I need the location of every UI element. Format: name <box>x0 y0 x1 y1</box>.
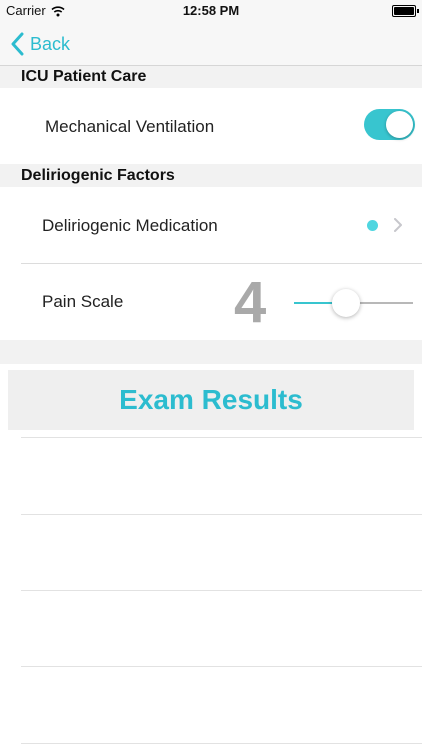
status-time: 12:58 PM <box>182 3 240 18</box>
row-mechanical-ventilation: Mechanical Ventilation <box>0 88 422 164</box>
empty-row-separator <box>21 437 422 438</box>
slider-thumb[interactable] <box>332 289 360 317</box>
chevron-right-icon <box>394 218 402 232</box>
status-bar: Carrier 12:58 PM <box>0 0 422 22</box>
row-deliriogenic-medication[interactable]: Deliriogenic Medication <box>0 187 422 263</box>
toggle-knob <box>386 111 413 138</box>
status-dot-icon <box>367 220 378 231</box>
empty-row-separator <box>21 590 422 591</box>
section-header-deliriogenic-factors: Deliriogenic Factors <box>0 164 422 187</box>
chevron-left-icon <box>11 32 24 56</box>
section-spacer <box>0 340 422 364</box>
exam-results-button[interactable]: Exam Results <box>8 370 414 430</box>
battery-icon <box>392 5 419 17</box>
mechanical-ventilation-toggle[interactable] <box>364 109 415 140</box>
empty-row-separator <box>21 666 422 667</box>
empty-row-separator <box>21 743 422 744</box>
pain-scale-label: Pain Scale <box>42 292 124 311</box>
empty-row-separator <box>21 514 422 515</box>
row-pain-scale: Pain Scale 4 <box>0 264 422 340</box>
mechanical-ventilation-label: Mechanical Ventilation <box>45 117 215 136</box>
section-header-icu-patient-care: ICU Patient Care <box>0 66 422 88</box>
navigation-bar: Back <box>0 22 422 66</box>
back-button[interactable]: Back <box>10 30 70 58</box>
deliriogenic-medication-label: Deliriogenic Medication <box>42 216 218 235</box>
pain-scale-value: 4 <box>234 270 267 335</box>
back-label: Back <box>30 33 71 54</box>
pain-scale-slider[interactable] <box>294 288 413 318</box>
